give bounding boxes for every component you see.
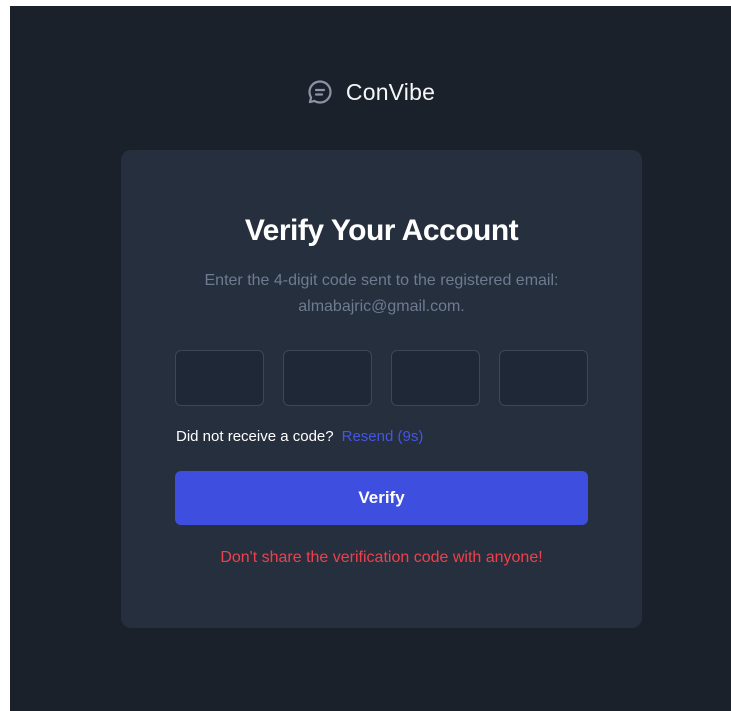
resend-row: Did not receive a code? Resend (9s) — [176, 428, 423, 445]
chat-bubble-icon — [306, 78, 334, 106]
code-digit-3[interactable] — [391, 350, 480, 406]
page-title: Verify Your Account — [244, 214, 519, 247]
app-background: ConVibe Verify Your Account Enter the 4-… — [10, 6, 731, 711]
verify-instructions: Enter the 4-digit code sent to the regis… — [204, 272, 559, 315]
code-input-group — [175, 350, 588, 406]
code-digit-4[interactable] — [499, 350, 588, 406]
code-digit-1[interactable] — [175, 350, 264, 406]
resend-prompt: Did not receive a code? — [176, 428, 334, 445]
verify-card: Verify Your Account Enter the 4-digit co… — [121, 150, 642, 628]
brand-header: ConVibe — [10, 78, 731, 106]
code-digit-2[interactable] — [283, 350, 372, 406]
resend-link[interactable]: Resend (9s) — [342, 428, 424, 445]
brand-name: ConVibe — [345, 78, 436, 105]
security-warning: Don't share the verification code with a… — [220, 549, 543, 566]
verify-button[interactable]: Verify — [175, 471, 588, 525]
